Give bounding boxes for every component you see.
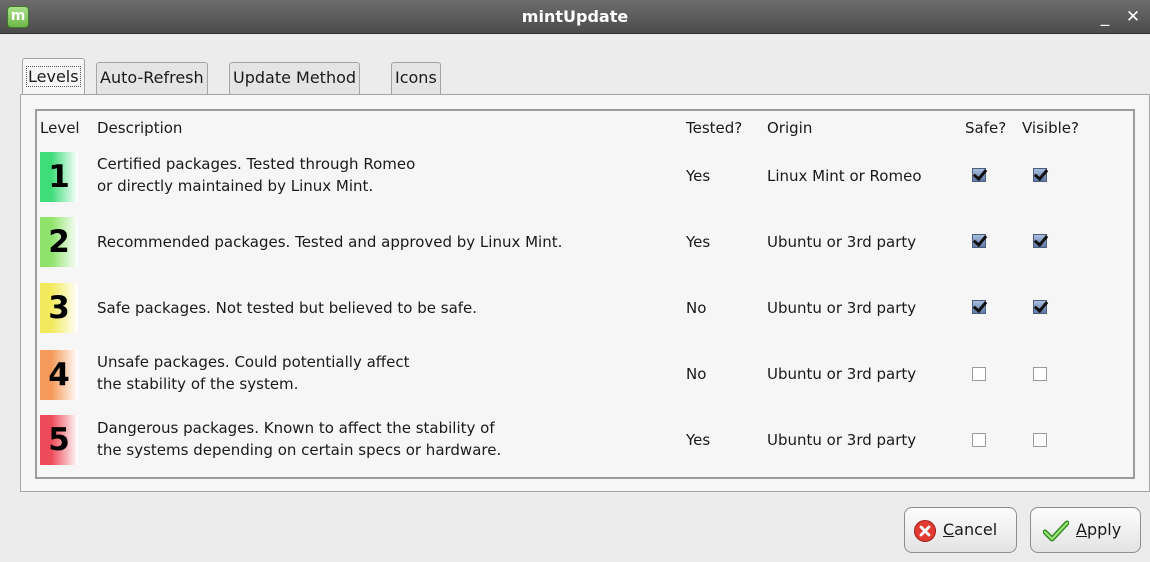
header-safe: Safe? bbox=[965, 119, 1007, 137]
description-line: or directly maintained by Linux Mint. bbox=[97, 177, 374, 195]
level-badge-1: 1 bbox=[40, 152, 78, 202]
tab-auto-refresh-label: Auto-Refresh bbox=[100, 68, 204, 87]
checkmark-icon bbox=[1043, 520, 1069, 542]
tested-value: No bbox=[686, 299, 707, 317]
tab-levels-label: Levels bbox=[26, 66, 81, 87]
tested-value: Yes bbox=[686, 167, 711, 185]
header-origin: Origin bbox=[767, 119, 813, 137]
tab-icons-label: Icons bbox=[395, 68, 437, 87]
level-badge-2: 2 bbox=[40, 217, 78, 267]
level-badge-4: 4 bbox=[40, 350, 78, 400]
header-description: Description bbox=[97, 119, 183, 137]
apply-label-rest: pply bbox=[1086, 520, 1122, 539]
origin-value: Ubuntu or 3rd party bbox=[767, 233, 917, 251]
safe-checkbox[interactable] bbox=[972, 367, 986, 381]
cancel-label-rest: ancel bbox=[954, 520, 998, 539]
window-title: mintUpdate bbox=[521, 7, 629, 26]
origin-value: Ubuntu or 3rd party bbox=[767, 431, 917, 449]
apply-button[interactable]: Apply bbox=[1030, 507, 1141, 553]
header-visible: Visible? bbox=[1022, 119, 1079, 137]
tested-value: No bbox=[686, 365, 707, 383]
description-line: Recommended packages. Tested and approve… bbox=[97, 233, 563, 251]
visible-checkbox[interactable] bbox=[1033, 234, 1047, 248]
description-line: the stability of the system. bbox=[97, 375, 299, 393]
header-level: Level bbox=[40, 119, 80, 137]
level-badge-3: 3 bbox=[40, 283, 78, 333]
description-line: Unsafe packages. Could potentially affec… bbox=[97, 353, 410, 371]
table-row-description: Certified packages. Tested through Romeo… bbox=[97, 153, 415, 197]
description-line: Certified packages. Tested through Romeo bbox=[97, 155, 416, 173]
cancel-icon bbox=[914, 520, 936, 542]
table-row-description: Dangerous packages. Known to affect the … bbox=[97, 417, 501, 461]
tab-levels[interactable]: Levels bbox=[22, 58, 85, 94]
table-row-description: Unsafe packages. Could potentially affec… bbox=[97, 351, 409, 395]
close-button[interactable]: ✕ bbox=[1124, 7, 1142, 27]
description-line: Dangerous packages. Known to affect the … bbox=[97, 419, 495, 437]
apply-label: Apply bbox=[1076, 508, 1121, 552]
tab-update-method-label: Update Method bbox=[233, 68, 357, 87]
apply-mnemonic: A bbox=[1076, 520, 1087, 539]
title-bar: mintUpdate _ ✕ bbox=[0, 0, 1150, 34]
origin-value: Ubuntu or 3rd party bbox=[767, 299, 917, 317]
visible-checkbox[interactable] bbox=[1033, 433, 1047, 447]
cancel-button[interactable]: Cancel bbox=[904, 507, 1017, 553]
cancel-mnemonic: C bbox=[943, 520, 955, 539]
table-row-description: Recommended packages. Tested and approve… bbox=[97, 231, 562, 253]
safe-checkbox[interactable] bbox=[972, 433, 986, 447]
cancel-label: Cancel bbox=[943, 508, 997, 552]
visible-checkbox[interactable] bbox=[1033, 168, 1047, 182]
level-badge-5: 5 bbox=[40, 415, 78, 465]
visible-checkbox[interactable] bbox=[1033, 300, 1047, 314]
description-line: Safe packages. Not tested but believed t… bbox=[97, 299, 478, 317]
tab-update-method[interactable]: Update Method bbox=[229, 62, 361, 95]
origin-value: Ubuntu or 3rd party bbox=[767, 365, 917, 383]
visible-checkbox[interactable] bbox=[1033, 367, 1047, 381]
safe-checkbox[interactable] bbox=[972, 234, 986, 248]
header-tested: Tested? bbox=[686, 119, 743, 137]
tested-value: Yes bbox=[686, 431, 711, 449]
tab-auto-refresh[interactable]: Auto-Refresh bbox=[96, 62, 208, 95]
safe-checkbox[interactable] bbox=[972, 300, 986, 314]
tab-icons[interactable]: Icons bbox=[391, 62, 441, 95]
safe-checkbox[interactable] bbox=[972, 168, 986, 182]
minimize-button[interactable]: _ bbox=[1096, 7, 1114, 27]
origin-value: Linux Mint or Romeo bbox=[767, 167, 922, 185]
description-line: the systems depending on certain specs o… bbox=[97, 441, 502, 459]
table-row-description: Safe packages. Not tested but believed t… bbox=[97, 297, 477, 319]
tested-value: Yes bbox=[686, 233, 711, 251]
